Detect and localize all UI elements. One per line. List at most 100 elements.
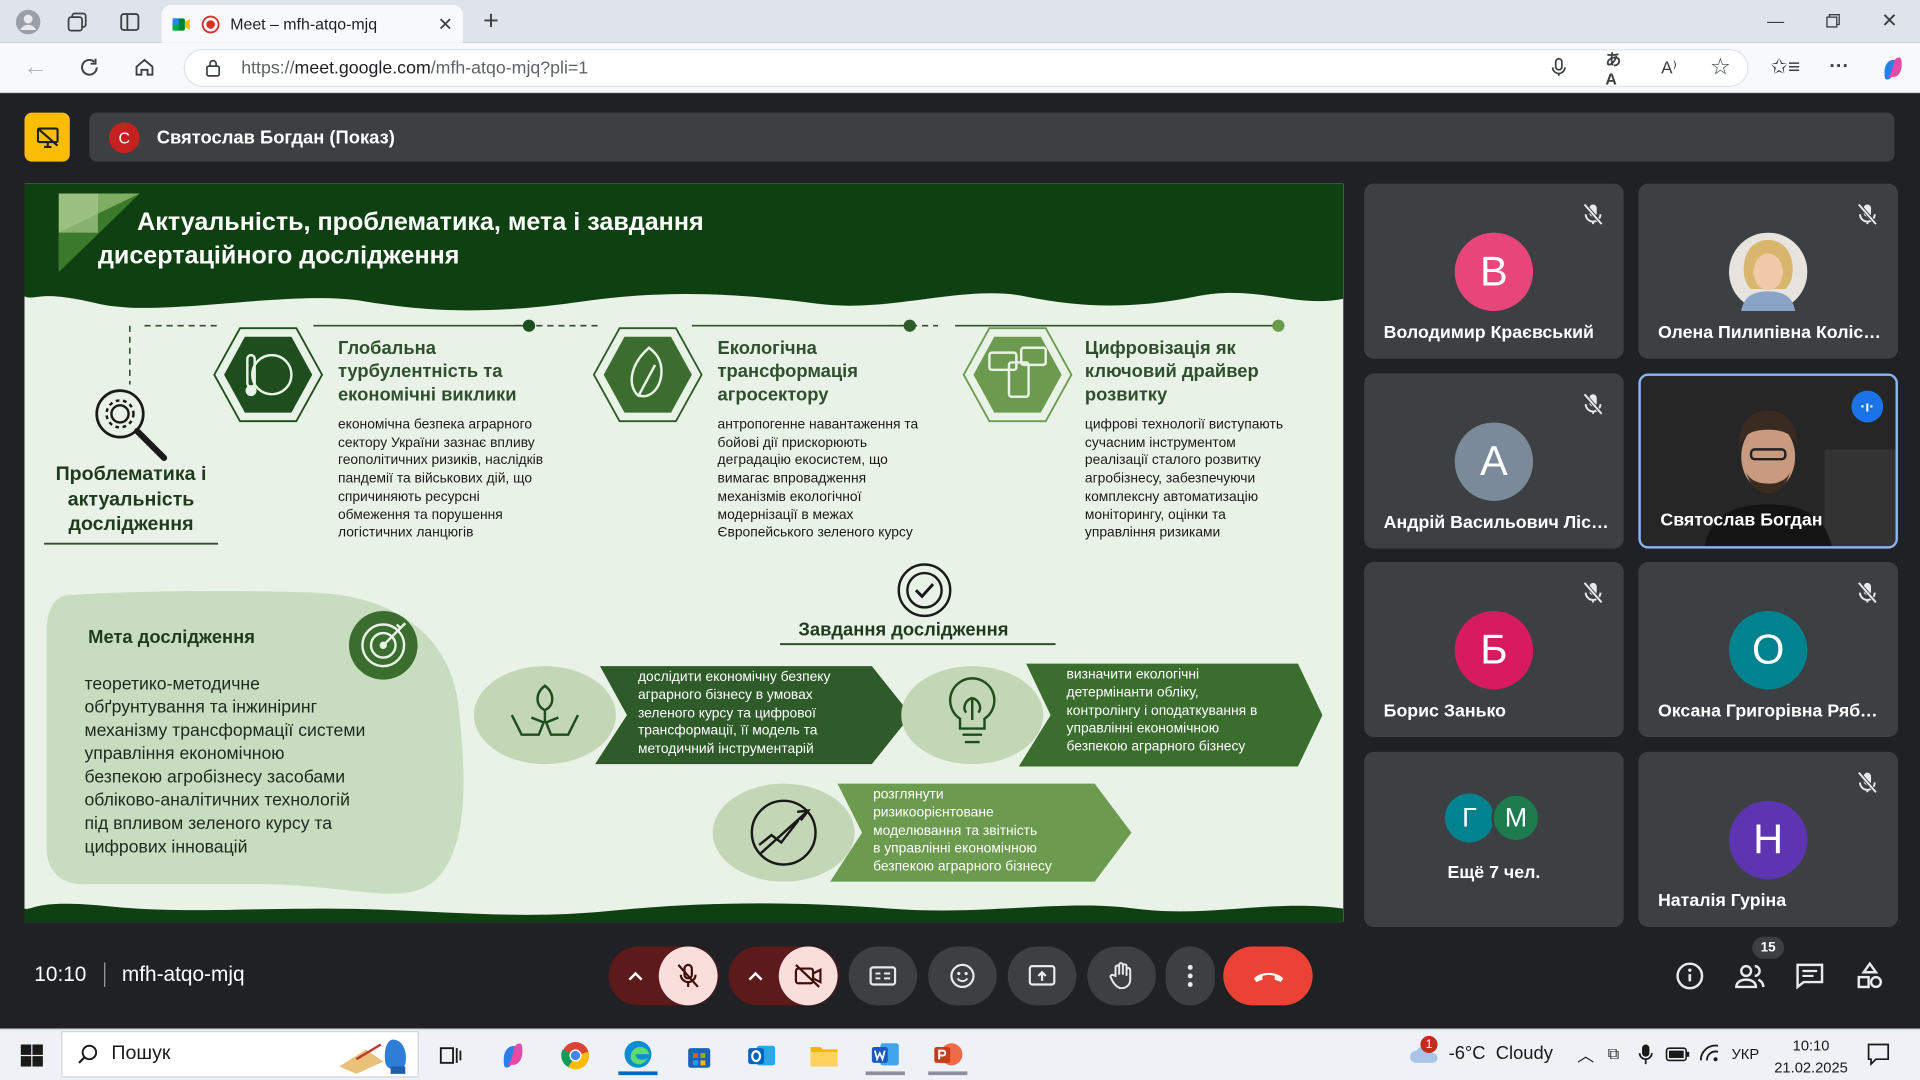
close-tab-icon[interactable]: ✕ xyxy=(438,13,453,35)
copilot-icon[interactable] xyxy=(1878,54,1907,83)
search-placeholder: Пошук xyxy=(111,1043,171,1065)
more-participants-tile[interactable]: Г М Ещё 7 чел. xyxy=(1364,751,1624,927)
word-icon xyxy=(871,1042,899,1065)
present-button[interactable] xyxy=(1007,946,1077,1006)
wifi-icon[interactable] xyxy=(1698,1043,1720,1063)
edge-icon xyxy=(624,1040,652,1068)
people-button[interactable] xyxy=(1733,959,1767,993)
folder-icon xyxy=(810,1046,838,1067)
camera-toggle-button[interactable] xyxy=(778,946,838,1006)
minimize-icon[interactable]: — xyxy=(1763,7,1787,34)
mic-off-icon xyxy=(1583,393,1604,416)
lightbulb-leaf-icon xyxy=(948,677,996,744)
tray-device-icon[interactable]: ⧉ xyxy=(1608,1044,1619,1064)
more-options-button[interactable] xyxy=(1165,946,1215,1006)
hang-up-icon xyxy=(1253,972,1283,983)
clock[interactable]: 10:10 21.02.2025 xyxy=(1773,1035,1849,1079)
start-button[interactable] xyxy=(12,1036,51,1075)
meeting-details-button[interactable] xyxy=(1673,959,1707,993)
topic-text-line: комплексну автоматизацію xyxy=(1084,489,1259,505)
leave-call-button[interactable] xyxy=(1223,946,1313,1006)
participant-name: Борис Занько xyxy=(1383,701,1507,722)
mic-toggle-button[interactable] xyxy=(658,946,718,1006)
weather-text[interactable]: -6°C Cloudy xyxy=(1449,1043,1553,1064)
more-vert-icon xyxy=(1187,964,1193,987)
task-text-line: трансформації, її модель та xyxy=(637,724,818,739)
topic-title: Глобальна турбулентність та економічні вик… xyxy=(338,337,517,407)
profile-icon[interactable] xyxy=(12,6,44,38)
chat-button[interactable] xyxy=(1793,959,1827,993)
microphone-icon[interactable] xyxy=(1547,55,1571,79)
translate-icon[interactable]: あA xyxy=(1605,50,1632,88)
participant-name: Святослав Богдан xyxy=(1660,510,1823,531)
favorite-icon[interactable]: ☆ xyxy=(1707,54,1734,80)
back-icon[interactable]: ← xyxy=(21,53,50,82)
chrome-taskbar-button[interactable] xyxy=(556,1036,595,1075)
favorites-list-icon[interactable]: ✩≡ xyxy=(1771,55,1801,79)
topic-text-line: логістичних ланцюгів xyxy=(337,525,474,541)
divider xyxy=(103,962,105,987)
home-icon[interactable] xyxy=(130,53,159,82)
url-bar[interactable]: https://meet.google.com/mfh-atqo-mjq?pli… xyxy=(183,48,1749,87)
camera-options-button[interactable] xyxy=(729,947,783,1006)
vertical-tabs-icon[interactable] xyxy=(114,6,146,38)
edge-taskbar-button[interactable] xyxy=(618,1036,658,1076)
participant-tile[interactable]: Б Борис Занько xyxy=(1364,562,1624,738)
meeting-info: 10:10 mfh-atqo-mjq xyxy=(34,962,245,987)
close-window-icon[interactable]: ✕ xyxy=(1877,7,1901,34)
restore-icon[interactable] xyxy=(1821,7,1845,34)
stop-presenting-button[interactable] xyxy=(24,112,70,162)
task-text-line: в управлінні економічною xyxy=(873,841,1037,857)
more-icon[interactable]: ··· xyxy=(1826,55,1853,79)
input-language[interactable]: УКР xyxy=(1731,1046,1759,1063)
task-text: визначити екологічні детермінанти обліку,… xyxy=(1067,666,1258,757)
slide-title-line-1: Актуальність, проблематика, мета і завда… xyxy=(137,208,704,237)
topic-title: Екологічна трансформація агросектору xyxy=(718,337,858,407)
slide-title-line-2: дисертаційного дослідження xyxy=(97,241,460,270)
topic-text-line: моніторингу, оцінки та xyxy=(1084,507,1226,523)
topic-title-line: трансформація xyxy=(717,361,859,383)
taskbar-search[interactable]: Пошук xyxy=(61,1031,419,1078)
participant-tile[interactable]: Н Наталія Гуріна xyxy=(1638,751,1898,927)
copilot-taskbar-button[interactable] xyxy=(493,1036,532,1075)
participant-tile-speaking[interactable]: ·ı· Святослав Богдан xyxy=(1638,373,1898,549)
task-text: дослідити економічну безпеку аграрного бі… xyxy=(638,669,830,760)
tray-mic-icon[interactable] xyxy=(1638,1043,1653,1065)
mic-options-button[interactable] xyxy=(609,947,663,1006)
topic-text-line: управління ризиками xyxy=(1084,525,1221,541)
activities-button[interactable] xyxy=(1853,959,1887,993)
notifications-icon[interactable] xyxy=(1866,1042,1890,1067)
topic-text: цифрові технології виступають сучасним ін… xyxy=(1085,416,1283,542)
participant-tile[interactable]: О Оксана Григорівна Рябченко xyxy=(1638,562,1898,738)
browser-tab[interactable]: Meet – mfh-atqo-mjq ✕ xyxy=(161,4,463,43)
store-taskbar-button[interactable] xyxy=(680,1036,719,1075)
reload-icon[interactable] xyxy=(75,53,104,82)
outlook-taskbar-button[interactable] xyxy=(742,1036,781,1075)
problem-label: Проблематика і актуальність дослідження xyxy=(39,463,223,538)
workspaces-icon[interactable] xyxy=(61,6,93,38)
explorer-taskbar-button[interactable] xyxy=(804,1036,843,1075)
tray-chevron-icon[interactable]: ︿ xyxy=(1577,1043,1594,1067)
participant-tile[interactable]: А Андрій Васильович Лісовий xyxy=(1364,373,1624,549)
participant-tile[interactable]: В Володимир Краєвський xyxy=(1364,183,1624,359)
new-tab-icon[interactable]: + xyxy=(476,5,505,36)
topic-text-line: агробізнесу, забезпечуючи xyxy=(1084,471,1256,487)
word-taskbar-button[interactable] xyxy=(865,1036,905,1076)
task-text-line: розглянути xyxy=(873,787,944,803)
participant-tile[interactable]: Олена Пилипівна Колісник xyxy=(1638,183,1898,359)
reactions-button[interactable] xyxy=(928,946,997,1006)
topic-text: економічна безпека аграрного сектору Укра… xyxy=(338,416,543,542)
topic-text-line: модернізації в межах xyxy=(717,507,854,523)
captions-button[interactable] xyxy=(848,946,918,1006)
task-text-line: детермінанти обліку, xyxy=(1066,685,1199,701)
task-view-button[interactable] xyxy=(431,1036,470,1075)
raise-hand-button[interactable] xyxy=(1087,946,1156,1006)
read-aloud-icon[interactable]: A⁾ xyxy=(1656,55,1683,79)
site-info-icon[interactable] xyxy=(201,55,225,79)
powerpoint-taskbar-button[interactable] xyxy=(928,1036,968,1076)
battery-icon[interactable] xyxy=(1665,1047,1690,1062)
search-highlight-art xyxy=(339,1039,406,1074)
meet-favicon-icon xyxy=(172,17,190,31)
hand-icon xyxy=(1109,962,1132,990)
participant-avatar: В xyxy=(1454,232,1534,312)
